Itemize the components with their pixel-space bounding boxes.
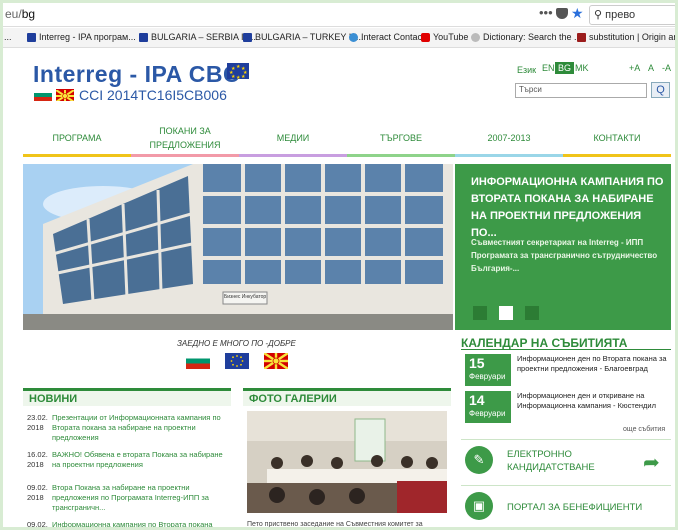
promo-title[interactable]: ИНФОРМАЦИОННА КАМПАНИЯ ПО ВТОРАТА ПОКАНА… xyxy=(471,174,667,242)
nav-underline xyxy=(563,154,671,157)
gallery-header: ФОТО ГАЛЕРИИ xyxy=(243,388,451,406)
bookmark-bg-serbia[interactable]: BULGARIA – SERBIA IP... xyxy=(139,32,256,42)
event-day: 15 xyxy=(469,355,485,371)
etymology-icon xyxy=(577,32,586,42)
font-decrease-button[interactable]: -A xyxy=(662,63,671,73)
bookmark-interreg[interactable]: Interreg - IPA програм... xyxy=(27,32,136,42)
more-events-link[interactable]: още събития xyxy=(623,426,665,433)
news-item[interactable]: 09.02. Информационна кампания по Втората… xyxy=(27,520,233,529)
bookmark-youtube[interactable]: YouTube xyxy=(421,32,468,42)
nav-calls[interactable]: ПОКАНИ ЗА ПРЕДЛОЖЕНИЯ xyxy=(131,121,239,155)
interact-icon xyxy=(349,32,358,42)
bookmark-etymology[interactable]: substitution | Origin an... xyxy=(577,32,675,42)
nav-contacts[interactable]: КОНТАКТИ xyxy=(563,121,671,155)
news-link[interactable]: Информационна кампания по Втората покана xyxy=(52,520,232,527)
page-actions-menu-icon[interactable]: ••• xyxy=(539,5,553,20)
event-day: 14 xyxy=(469,392,485,408)
browser-search-input[interactable]: ⚲ прево xyxy=(589,5,675,25)
dictionary-icon xyxy=(471,32,480,42)
browser-window: eu/bg ••• ★ ⚲ прево ... Interreg - IPA п… xyxy=(0,0,678,530)
bookmark-star-icon[interactable]: ★ xyxy=(571,5,584,22)
nav-media[interactable]: МЕДИИ xyxy=(239,121,347,155)
nav-programme[interactable]: ПРОГРАМА xyxy=(23,121,131,155)
news-item[interactable]: 09.02. 2018 Втора Покана за набиране на … xyxy=(27,483,233,513)
news-item[interactable]: 23.02. 2018 Презентации от Информационна… xyxy=(27,413,233,443)
eu-flag-icon xyxy=(27,32,36,42)
calendar-title: КАЛЕНДАР НА СЪБИТИЯТА xyxy=(461,336,628,350)
eu-flag-icon xyxy=(243,32,252,42)
language-label: Език xyxy=(517,65,537,75)
lang-mk[interactable]: MK xyxy=(572,62,592,74)
news-date: 09.02. 2018 xyxy=(27,483,48,502)
news-link[interactable]: Втора Покана за набиране на проектни пре… xyxy=(52,483,232,513)
news-link[interactable]: ВАЖНО! Обявена е втората Покана за набир… xyxy=(52,450,232,470)
nav-2007-2013[interactable]: 2007-2013 xyxy=(455,121,563,155)
document-icon: ✎ xyxy=(465,446,493,474)
gallery-caption[interactable]: Пето приствено заседание на Съвместния к… xyxy=(247,521,423,527)
bookmark-dictionary[interactable]: Dictionary: Search the ... xyxy=(471,32,582,42)
slider-dot[interactable] xyxy=(473,306,487,320)
macedonia-flag-icon xyxy=(56,89,74,101)
search-icon: ⚲ xyxy=(594,9,606,21)
event-title[interactable]: Информационен ден и откриване на Информа… xyxy=(517,391,673,411)
service-label[interactable]: ЕЛЕКТРОННО КАНДИДАТСТВАНЕ xyxy=(507,448,637,474)
news-date: 16.02. 2018 xyxy=(27,450,48,469)
hero-image: Бизнес Инкубатор xyxy=(23,164,453,330)
pocket-icon[interactable] xyxy=(556,8,568,19)
url-text[interactable]: eu/bg xyxy=(5,7,35,21)
eu-flag-icon xyxy=(139,32,148,42)
nav-underline xyxy=(239,154,347,157)
bookmark-interact[interactable]: Interact Contacts xyxy=(349,32,429,42)
event-title[interactable]: Информационен ден по Втората покана за п… xyxy=(517,354,673,374)
eu-flag-icon: ★ ★ ★ ★ ★ ★ ★ ★ xyxy=(227,63,249,81)
search-icon[interactable]: Q xyxy=(651,82,670,98)
macedonia-flag-icon xyxy=(263,352,289,370)
font-normal-button[interactable]: A xyxy=(648,63,654,73)
calendar-event[interactable]: 14 Февруари Информационен ден и откриван… xyxy=(465,391,671,425)
arrow-icon[interactable]: ➦ xyxy=(643,450,660,475)
bulgaria-flag-icon xyxy=(186,353,210,369)
bookmark-overflow[interactable]: ... xyxy=(4,32,12,42)
divider xyxy=(461,349,671,350)
building-sign: Бизнес Инкубатор xyxy=(224,294,267,300)
news-title: НОВИНИ xyxy=(29,393,78,405)
event-month: Февруари xyxy=(469,409,506,418)
promo-slider[interactable]: ИНФОРМАЦИОННА КАМПАНИЯ ПО ВТОРАТА ПОКАНА… xyxy=(455,164,671,330)
site-logo[interactable]: Interreg - IPA CBC xyxy=(33,61,240,88)
nav-underline xyxy=(131,154,239,157)
bulgaria-flag-icon xyxy=(34,89,52,101)
calendar-event[interactable]: 15 Февруари Информационен ден по Втората… xyxy=(465,354,671,388)
url-bar[interactable]: eu/bg ••• ★ ⚲ прево xyxy=(3,3,675,27)
bookmark-bg-turkey[interactable]: BULGARIA – TURKEY IP... xyxy=(243,32,364,42)
motto: ЗАЕДНО Е МНОГО ПО -ДОБРЕ xyxy=(177,339,296,348)
event-date-badge: 15 Февруари xyxy=(465,354,511,386)
eu-flag-icon xyxy=(225,353,249,369)
service-label[interactable]: ПОРТАЛ ЗА БЕНЕФИЦИЕНТИ xyxy=(507,501,657,514)
gallery-photo[interactable] xyxy=(247,411,447,513)
event-month: Февруари xyxy=(469,372,506,381)
event-date-badge: 14 Февруари xyxy=(465,391,511,423)
gallery-title: ФОТО ГАЛЕРИИ xyxy=(249,393,337,405)
nav-underline xyxy=(347,154,455,157)
news-date: 23.02. 2018 xyxy=(27,413,48,432)
programme-code: CCI 2014TC16I5CB006 xyxy=(79,87,227,103)
nav-underline xyxy=(23,154,131,157)
briefcase-icon: ▣ xyxy=(465,492,493,520)
news-date: 09.02. xyxy=(27,520,48,529)
slider-dot[interactable] xyxy=(525,306,539,320)
bookmarks-toolbar: ... Interreg - IPA програм... BULGARIA –… xyxy=(3,28,675,48)
slider-dot-active[interactable] xyxy=(499,306,513,320)
nav-underline xyxy=(455,154,563,157)
news-header: НОВИНИ xyxy=(23,388,231,406)
e-application-link[interactable]: ✎ ЕЛЕКТРОННО КАНДИДАТСТВАНЕ ➦ xyxy=(461,439,671,479)
beneficiary-portal-link[interactable]: ▣ ПОРТАЛ ЗА БЕНЕФИЦИЕНТИ xyxy=(461,485,671,525)
promo-text: Съвместният секретариат на Interreg - ИП… xyxy=(471,238,658,273)
site-search-input[interactable]: Търси xyxy=(515,83,647,98)
news-item[interactable]: 16.02. 2018 ВАЖНО! Обявена е втората Пок… xyxy=(27,450,233,472)
font-increase-button[interactable]: +A xyxy=(629,63,640,73)
nav-tenders[interactable]: ТЪРГОВЕ xyxy=(347,121,455,155)
news-link[interactable]: Презентации от Информационната кампания … xyxy=(52,413,232,443)
youtube-icon xyxy=(421,32,430,42)
